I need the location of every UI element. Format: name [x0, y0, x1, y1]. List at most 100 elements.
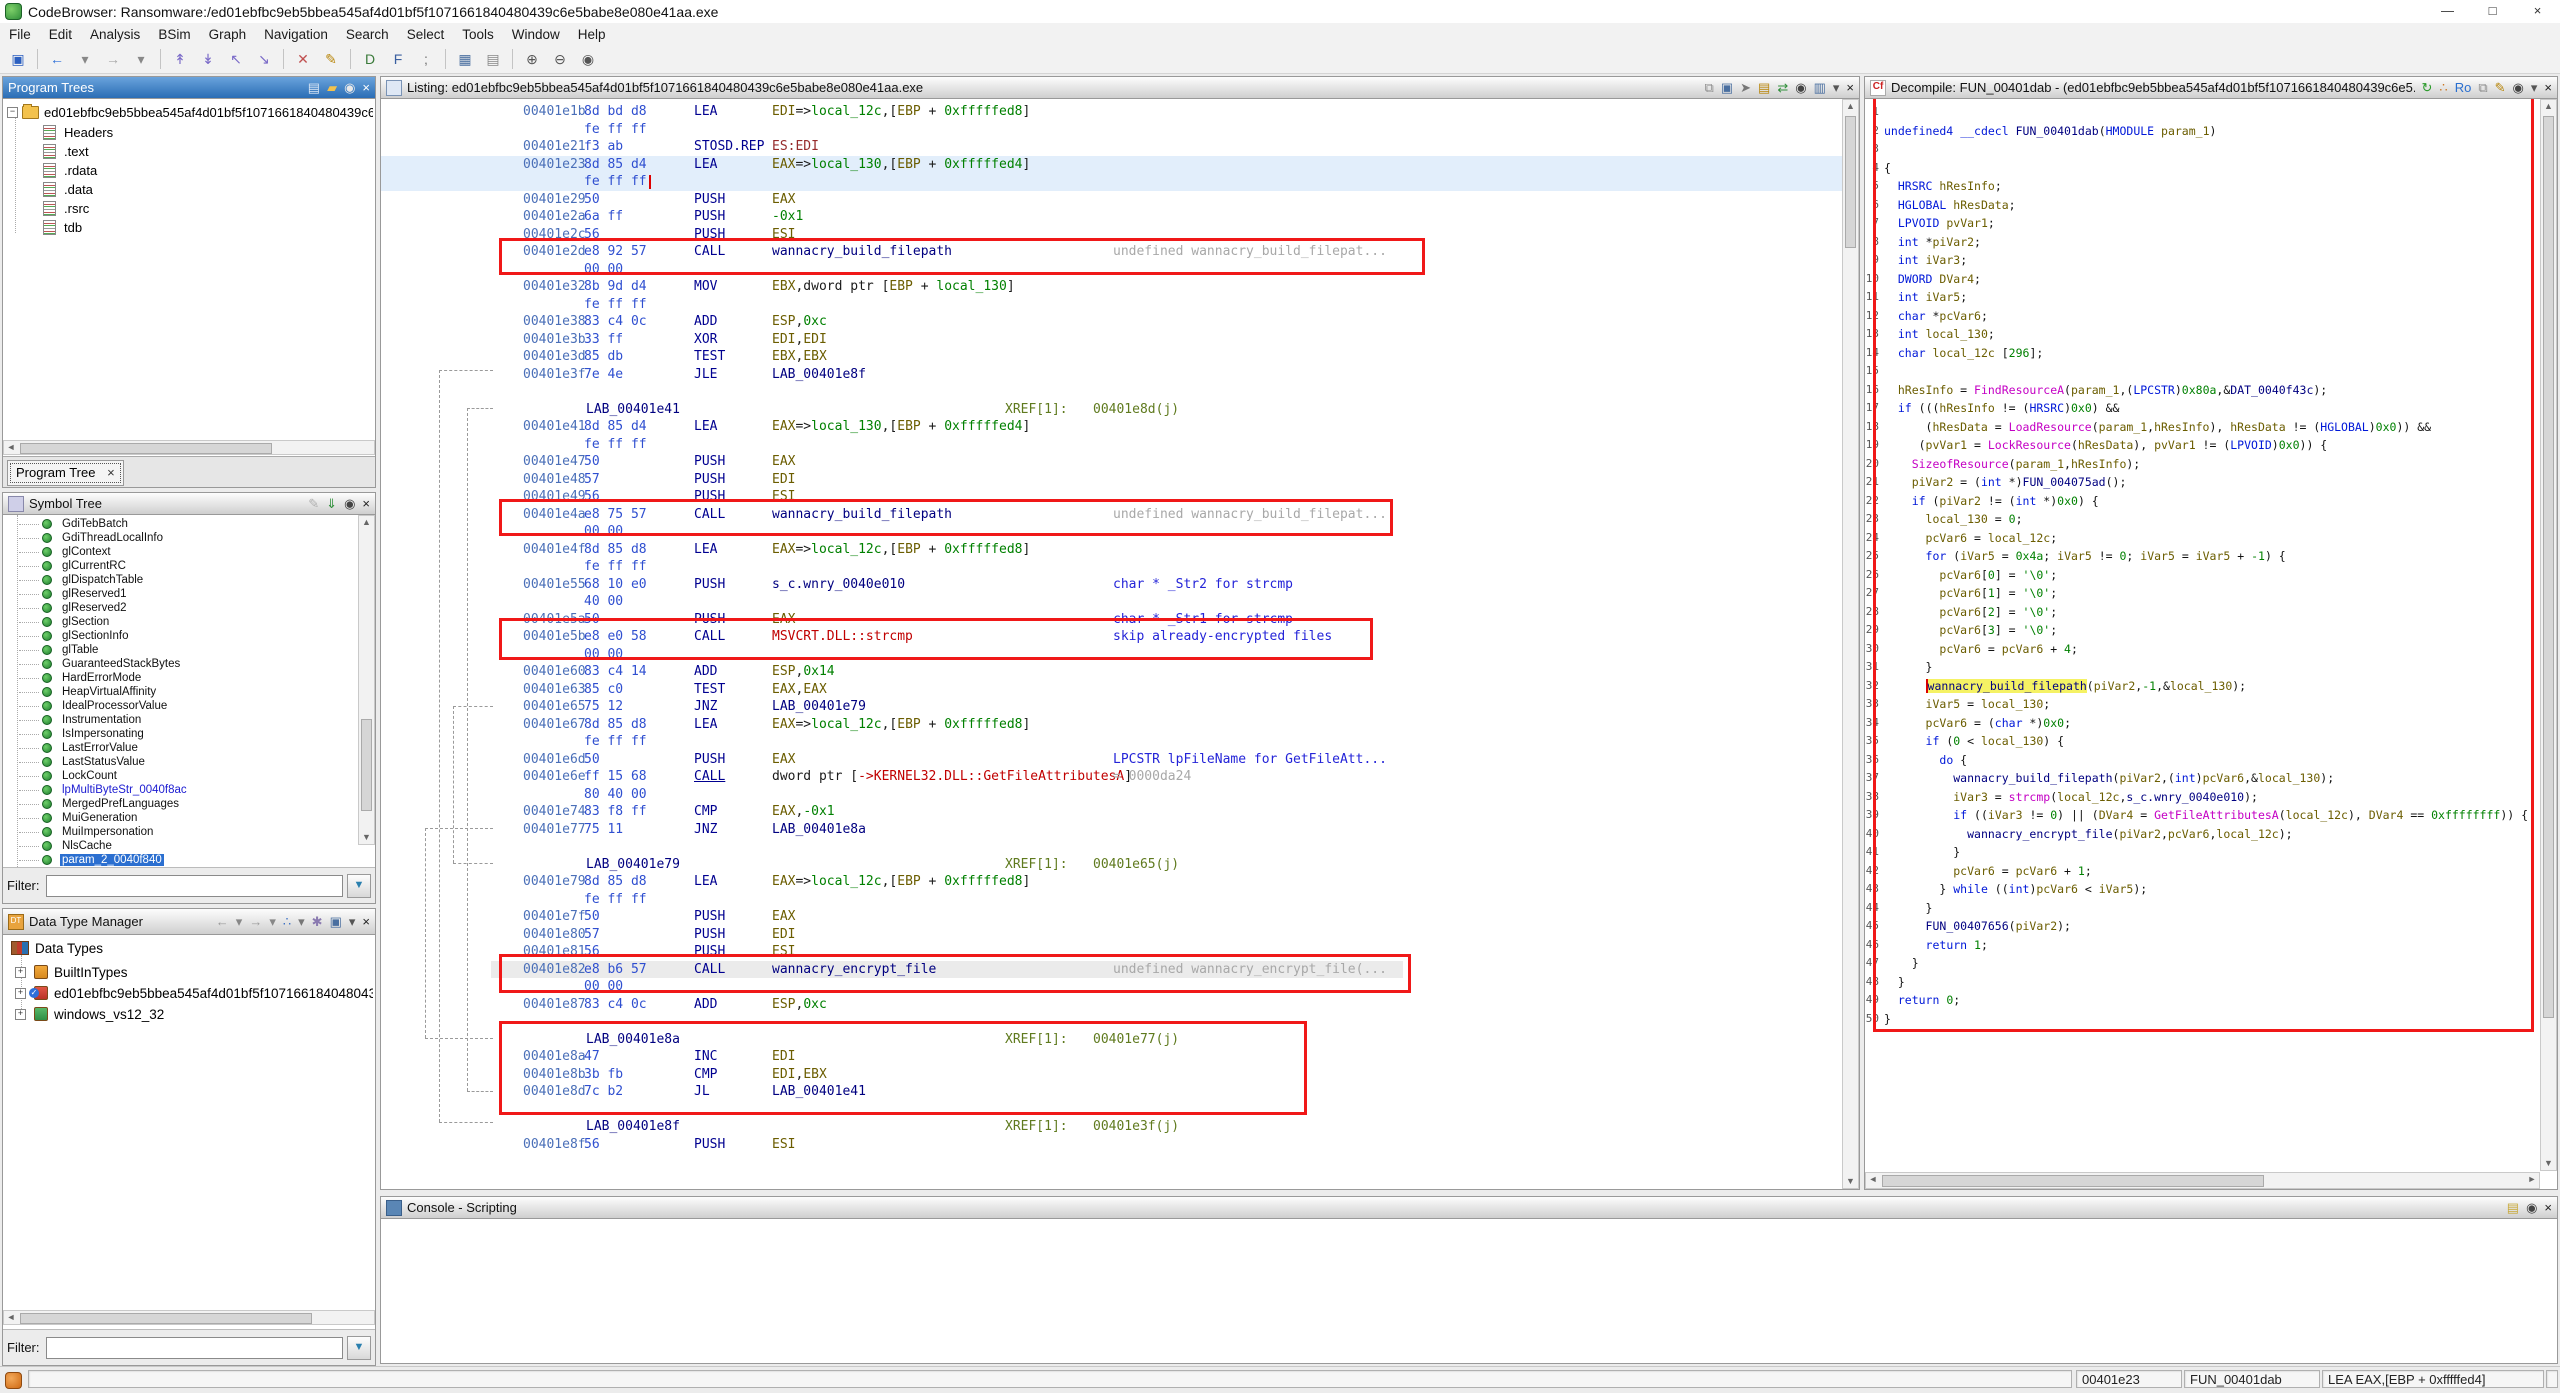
camera-icon[interactable]: ◉	[344, 78, 355, 98]
symbol-tree-item[interactable]: LastErrorValue	[19, 741, 140, 755]
datatype-root[interactable]: Data Types	[11, 939, 103, 957]
symbol-tree-item[interactable]: LastStatusValue	[19, 755, 147, 769]
decompile-hscrollbar[interactable]: ◄ ►	[1865, 1172, 2540, 1189]
decompile-line[interactable]: 18 (hResData = LoadResource(param_1,hRes…	[1865, 418, 2540, 437]
maximize-icon[interactable]: □	[2470, 0, 2515, 23]
xref-target[interactable]: 00401e77(j)	[1093, 1031, 1179, 1049]
symbol-tree-item[interactable]: glDispatchTable	[19, 573, 145, 587]
listing-row[interactable]: 00401e328b 9d d4MOVEBX,dword ptr [EBP + …	[381, 278, 1859, 296]
listing-row[interactable]: 00401e21f3 abSTOSD.REPES:EDI	[381, 138, 1859, 156]
zoom-out-icon[interactable]: ⊖	[547, 47, 573, 71]
menu-file[interactable]: File	[0, 25, 40, 44]
symbol-filter-options-button[interactable]: ▼	[347, 874, 371, 898]
listing-row[interactable]: 00401e5a50PUSHEAXchar * _Str1 for strcmp	[381, 611, 1859, 629]
decompile-line[interactable]: 41 }	[1865, 843, 2540, 862]
listing-row[interactable]: 00401e6eff 15 68CALLdword ptr [->KERNEL3…	[381, 768, 1859, 786]
program-tree-item-rdata[interactable]: .rdata	[43, 161, 97, 179]
listing-row[interactable]: fe ff ff	[381, 173, 1859, 191]
decompile-line[interactable]: 2undefined4 __cdecl FUN_00401dab(HMODULE…	[1865, 122, 2540, 141]
back-icon[interactable]: ←	[44, 47, 70, 71]
listing-row[interactable]: 00401e6575 12JNZLAB_00401e79	[381, 698, 1859, 716]
decompile-line[interactable]: 49 return 0;	[1865, 991, 2540, 1010]
symbol-tree-item[interactable]: HardErrorMode	[19, 671, 143, 685]
decompile-vscrollbar[interactable]: ▲ ▼	[2540, 99, 2557, 1171]
xref-target[interactable]: 00401e3f(j)	[1093, 1118, 1179, 1136]
listing-row[interactable]: fe ff ff	[381, 558, 1859, 576]
listing-row[interactable]: fe ff ff	[381, 121, 1859, 139]
listing-row[interactable]	[381, 383, 1859, 401]
camera-icon[interactable]: ◉	[344, 494, 355, 514]
expander-icon[interactable]: +	[15, 967, 26, 978]
decompile-line[interactable]: 38 iVar3 = strcmp(local_12c,s_c.wnry_004…	[1865, 788, 2540, 807]
close-icon[interactable]: ×	[362, 494, 370, 514]
decompile-line[interactable]: 42 pcVar6 = pcVar6 + 1;	[1865, 862, 2540, 881]
decompile-line[interactable]: 26 pcVar6[0] = '\0';	[1865, 566, 2540, 585]
listing-row[interactable]: 00401e7483 f8 ffCMPEAX,-0x1	[381, 803, 1859, 821]
decompile-line[interactable]: 27 pcVar6[1] = '\0';	[1865, 584, 2540, 603]
decompile-line[interactable]: 23 local_130 = 0;	[1865, 510, 2540, 529]
decompile-line[interactable]: 5 HRSRC hResInfo;	[1865, 177, 2540, 196]
nav-next-function-icon[interactable]: ↡	[195, 47, 221, 71]
symbol-tree-item[interactable]: IsImpersonating	[19, 727, 146, 741]
symbol-tree-item[interactable]: HeapVirtualAffinity	[19, 685, 158, 699]
symbol-tree-item[interactable]: lpMultiByteStr_0040f8ac	[19, 783, 189, 797]
symbol-tree-item[interactable]: GdiTebBatch	[19, 517, 130, 531]
panel-dropdown-icon[interactable]: ▾	[349, 912, 356, 932]
menu-navigation[interactable]: Navigation	[255, 25, 337, 44]
decompile-line[interactable]: 45 FUN_00407656(piVar2);	[1865, 917, 2540, 936]
decompile-line[interactable]: 29 pcVar6[3] = '\0';	[1865, 621, 2540, 640]
decompile-line[interactable]: 40 wannacry_encrypt_file(piVar2,pcVar6,l…	[1865, 825, 2540, 844]
listing-row[interactable]: 00401e6d50PUSHEAXLPCSTR lpFileName for G…	[381, 751, 1859, 769]
decompile-line[interactable]: 13 int local_130;	[1865, 325, 2540, 344]
listing-row[interactable]: 00401e8156PUSHESI	[381, 943, 1859, 961]
expander-icon[interactable]: +	[15, 1009, 26, 1020]
snapshot-icon[interactable]: ◉	[575, 47, 601, 71]
listing-row[interactable]: 00401e6385 c0TESTEAX,EAX	[381, 681, 1859, 699]
symbol-tree-header[interactable]: Symbol Tree ✎⇓◉×	[3, 493, 375, 515]
listing-row[interactable]: 00401e6083 c4 14ADDESP,0x14	[381, 663, 1859, 681]
decompile-line[interactable]: 47 }	[1865, 954, 2540, 973]
symbol-tree-item[interactable]: MuiImpersonation	[19, 825, 155, 839]
camera-icon[interactable]: ◉	[2526, 1198, 2537, 1218]
listing-row[interactable]: LAB_00401e79XREF[1]:00401e65(j)	[381, 856, 1859, 874]
close-icon[interactable]: ×	[2544, 78, 2552, 98]
program-tree-tab[interactable]: Program Tree ×	[7, 460, 124, 486]
listing-row[interactable]: fe ff ff	[381, 733, 1859, 751]
listing-body[interactable]: 00401e1b8d bd d8LEAEDI=>local_12c,[EBP +…	[381, 99, 1859, 1189]
copy-icon[interactable]: ⧉	[2478, 78, 2487, 98]
decompile-line[interactable]: 48 }	[1865, 973, 2540, 992]
datatype-filter-options-button[interactable]: ▼	[347, 1336, 371, 1360]
open-folder-icon[interactable]: ▰	[327, 78, 337, 98]
paste-icon[interactable]: ▣	[1721, 78, 1733, 98]
listing-row[interactable]: 00401e238d 85 d4LEAEAX=>local_130,[EBP +…	[381, 156, 1859, 174]
decompile-line[interactable]: 21 piVar2 = (int *)FUN_004075ad();	[1865, 473, 2540, 492]
listing-row[interactable]: 00401e3b33 ffXOREDI,EDI	[381, 331, 1859, 349]
program-tree-root[interactable]: −ed01ebfbc9eb5bbea545af4d01bf5f107166184…	[7, 103, 373, 121]
decompile-line[interactable]: 37 wannacry_build_filepath(piVar2,(int)p…	[1865, 769, 2540, 788]
menu-select[interactable]: Select	[398, 25, 454, 44]
symbol-tree-item[interactable]: glContext	[19, 545, 113, 559]
data-type-manager-hscrollbar[interactable]: ◄	[3, 1310, 375, 1325]
expander-icon[interactable]: −	[7, 107, 18, 118]
listing-row[interactable]: 00401e3d85 dbTESTEBX,EBX	[381, 348, 1859, 366]
listing-row[interactable]: 00401e8a47INCEDI	[381, 1048, 1859, 1066]
listing-row[interactable]: 00 00	[381, 978, 1859, 996]
forward-dropdown-icon[interactable]: ▾	[128, 47, 154, 71]
listing-row[interactable]	[381, 1013, 1859, 1031]
listing-row[interactable]: 00401e82e8 b6 57CALLwannacry_encrypt_fil…	[381, 961, 1859, 979]
edit-bytes-icon[interactable]: ✎	[318, 47, 344, 71]
xref-target[interactable]: 00401e65(j)	[1093, 856, 1179, 874]
decompile-line[interactable]: 10 DWORD DVar4;	[1865, 270, 2540, 289]
symbol-tree-item[interactable]: GdiThreadLocalInfo	[19, 531, 165, 545]
decompile-line[interactable]: 35 if (0 < local_130) {	[1865, 732, 2540, 751]
listing-row[interactable]: fe ff ff	[381, 891, 1859, 909]
decompile-line[interactable]: 36 do {	[1865, 751, 2540, 770]
cursor-location-icon[interactable]: ➤	[1740, 78, 1751, 98]
decompile-line[interactable]: 50}	[1865, 1010, 2540, 1029]
decompile-line[interactable]: 4{	[1865, 159, 2540, 178]
symbol-tree-item[interactable]: NlsCache	[19, 839, 114, 853]
decompile-line[interactable]: 12 char *pcVar6;	[1865, 307, 2540, 326]
forward-dropdown-icon[interactable]: ▾	[269, 912, 276, 932]
listing-row[interactable]: 00 00	[381, 646, 1859, 664]
gear-icon[interactable]: ✱	[312, 912, 323, 932]
